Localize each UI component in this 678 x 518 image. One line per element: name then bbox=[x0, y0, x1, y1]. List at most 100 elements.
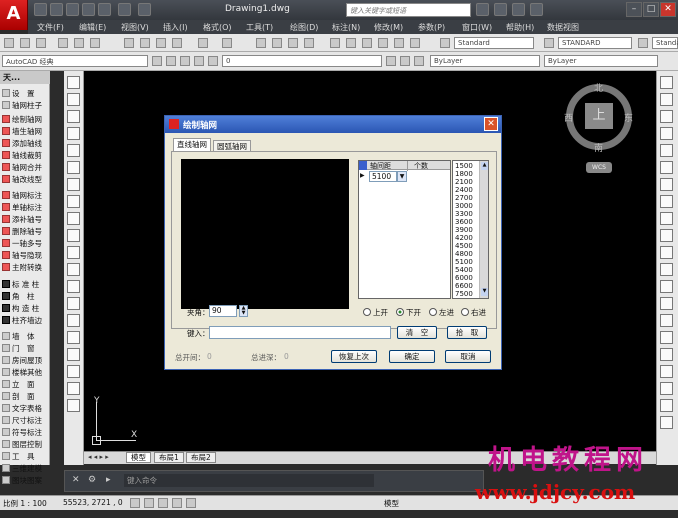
list-item[interactable]: 4800 bbox=[455, 250, 473, 258]
workspace-settings-icon[interactable] bbox=[152, 56, 162, 66]
ellipse-icon[interactable] bbox=[67, 229, 80, 242]
color-select[interactable]: ByLayer bbox=[430, 55, 540, 67]
polar-icon[interactable] bbox=[660, 416, 673, 429]
region-icon[interactable] bbox=[67, 348, 80, 361]
binoculars-search-icon[interactable] bbox=[476, 3, 489, 16]
list-item[interactable]: 5400 bbox=[455, 266, 473, 274]
add-selected-icon[interactable] bbox=[67, 399, 80, 412]
stretch-icon[interactable] bbox=[660, 212, 673, 225]
plot-icon[interactable] bbox=[58, 38, 68, 48]
close-window-button[interactable]: ✕ bbox=[660, 2, 676, 17]
list-item[interactable]: 2100 bbox=[455, 178, 473, 186]
offset-icon[interactable] bbox=[660, 127, 673, 140]
palette-item[interactable]: 图层控制 bbox=[2, 439, 50, 451]
list-item[interactable]: 7500 bbox=[455, 290, 473, 298]
tab-straight-grid[interactable]: 直线轴网 bbox=[173, 138, 211, 152]
tab-model[interactable]: 模型 bbox=[126, 452, 151, 463]
menu-insert[interactable]: 插入(I) bbox=[163, 22, 188, 33]
gradient-icon[interactable] bbox=[67, 331, 80, 344]
calculator-icon[interactable] bbox=[410, 38, 420, 48]
palette-item[interactable]: 图块图案 bbox=[2, 475, 50, 487]
communication-center-icon[interactable] bbox=[494, 3, 507, 16]
palette-item[interactable]: 尺寸标注 bbox=[2, 415, 50, 427]
new-file-icon[interactable] bbox=[34, 3, 47, 16]
compass-east[interactable]: 东 bbox=[624, 111, 633, 124]
fillet-icon[interactable] bbox=[660, 314, 673, 327]
palette-item[interactable]: 轴号隐现 bbox=[2, 250, 50, 262]
linetype-select[interactable]: ByLayer bbox=[544, 55, 658, 67]
palette-item[interactable]: 柱齐墙边 bbox=[2, 315, 50, 327]
radio-right-depth[interactable]: 右进 bbox=[461, 307, 486, 318]
text-style-select[interactable]: Standard bbox=[454, 37, 534, 49]
palette-item[interactable]: 房间屋顶 bbox=[2, 355, 50, 367]
mirror-icon[interactable] bbox=[660, 110, 673, 123]
layer-previous-icon[interactable] bbox=[400, 56, 410, 66]
chamfer-icon[interactable] bbox=[660, 297, 673, 310]
palette-title[interactable]: 天... bbox=[0, 71, 50, 84]
polyline-icon[interactable] bbox=[67, 110, 80, 123]
save-icon[interactable] bbox=[36, 38, 46, 48]
save-icon[interactable] bbox=[66, 3, 79, 16]
list-item[interactable]: 3000 bbox=[455, 202, 473, 210]
print-icon[interactable] bbox=[98, 3, 111, 16]
menu-format[interactable]: 格式(O) bbox=[203, 22, 232, 33]
dialog-close-button[interactable]: ✕ bbox=[484, 117, 498, 131]
tab-nav-arrows[interactable]: ◂ ◂ ▸ ▸ bbox=[88, 453, 124, 463]
layer-state-icon[interactable] bbox=[414, 56, 424, 66]
dim-style-select[interactable]: STANDARD bbox=[558, 37, 632, 49]
osnap-icon[interactable] bbox=[660, 382, 673, 395]
move-icon[interactable] bbox=[660, 161, 673, 174]
list-item[interactable]: 2700 bbox=[455, 194, 473, 202]
ortho-icon[interactable] bbox=[660, 399, 673, 412]
list-scrollbar[interactable]: ▲ ▼ bbox=[479, 161, 488, 298]
pan-icon[interactable] bbox=[256, 38, 266, 48]
multiline-text-icon[interactable] bbox=[67, 382, 80, 395]
list-item[interactable]: 5100 bbox=[455, 258, 473, 266]
menu-file[interactable]: 文件(F) bbox=[37, 22, 64, 33]
line-icon[interactable] bbox=[67, 76, 80, 89]
model-space-toggle[interactable]: 模型 bbox=[384, 498, 399, 509]
layer-select[interactable]: 0 bbox=[222, 55, 382, 67]
command-input[interactable]: 键入命令 bbox=[124, 474, 374, 487]
light-bulb-icon[interactable] bbox=[180, 56, 190, 66]
snap-mode-icon[interactable] bbox=[130, 498, 140, 508]
polygon-icon[interactable] bbox=[67, 127, 80, 140]
list-item[interactable]: 1800 bbox=[455, 170, 473, 178]
palette-item[interactable]: 绘制轴网 bbox=[2, 114, 50, 126]
construction-line-icon[interactable] bbox=[67, 93, 80, 106]
palette-item[interactable]: 轴改线型 bbox=[2, 174, 50, 186]
pick-button[interactable]: 拾 取 bbox=[447, 326, 487, 339]
palette-item[interactable]: 轴线裁剪 bbox=[2, 150, 50, 162]
tool-palettes-icon[interactable] bbox=[362, 38, 372, 48]
menu-modify[interactable]: 修改(M) bbox=[374, 22, 403, 33]
palette-item[interactable]: 轴网合并 bbox=[2, 162, 50, 174]
palette-item[interactable]: 三维建模 bbox=[2, 463, 50, 475]
list-item[interactable]: 4500 bbox=[455, 242, 473, 250]
palette-item[interactable]: 轴网柱子 bbox=[2, 100, 50, 112]
menu-edit[interactable]: 编辑(E) bbox=[79, 22, 106, 33]
table-row[interactable]: ▶ 5100 ▼ bbox=[359, 171, 450, 183]
restore-last-button[interactable]: 恢复上次 bbox=[331, 350, 377, 363]
palette-item[interactable]: 墙生轴网 bbox=[2, 126, 50, 138]
list-item[interactable]: 6000 bbox=[455, 274, 473, 282]
make-block-icon[interactable] bbox=[67, 280, 80, 293]
spacing-cell-input[interactable]: 5100 bbox=[369, 171, 397, 182]
match-properties-icon[interactable] bbox=[172, 38, 182, 48]
application-menu-button[interactable]: A bbox=[0, 0, 28, 30]
arc-icon[interactable] bbox=[67, 161, 80, 174]
snap-icon[interactable] bbox=[660, 365, 673, 378]
revision-cloud-icon[interactable] bbox=[67, 195, 80, 208]
palette-item[interactable]: 立 面 bbox=[2, 379, 50, 391]
workspace-select[interactable]: AutoCAD 经典 bbox=[2, 55, 148, 67]
scale-readout[interactable]: 比例 1 : 100 bbox=[3, 498, 47, 509]
help-icon[interactable] bbox=[530, 3, 543, 16]
command-prompt-icon[interactable]: ▸ bbox=[106, 475, 111, 485]
make-current-layer-icon[interactable] bbox=[386, 56, 396, 66]
palette-item[interactable]: 一轴多号 bbox=[2, 238, 50, 250]
trim-icon[interactable] bbox=[660, 229, 673, 242]
palette-item[interactable]: 剖 面 bbox=[2, 391, 50, 403]
explode-icon[interactable] bbox=[660, 331, 673, 344]
hatch-icon[interactable] bbox=[67, 314, 80, 327]
list-item[interactable]: 6600 bbox=[455, 282, 473, 290]
menu-view[interactable]: 视图(V) bbox=[121, 22, 149, 33]
